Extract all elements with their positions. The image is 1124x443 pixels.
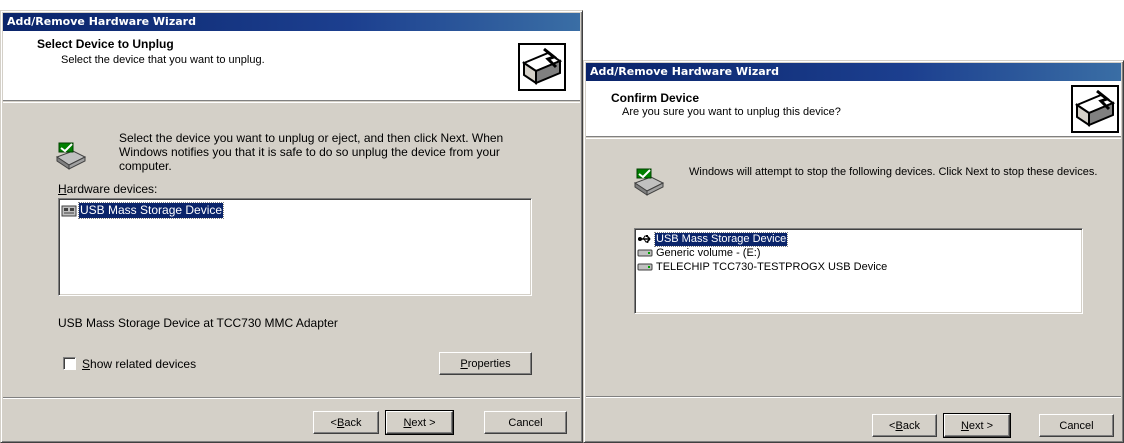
select-device-dialog: Add/Remove Hardware Wizard Select Device…: [0, 10, 583, 443]
dialog1-header: Select Device to Unplug Select the devic…: [3, 31, 580, 101]
cancel-button[interactable]: Cancel: [484, 411, 567, 434]
list-item-label: USB Mass Storage Device: [653, 231, 789, 247]
dialog2-title-bar[interactable]: Add/Remove Hardware Wizard: [586, 63, 1121, 81]
back-button[interactable]: < Back: [313, 411, 379, 434]
list-item-label: Generic volume - (E:): [656, 246, 761, 259]
drive-icon: [637, 249, 653, 257]
devices-to-stop-list[interactable]: USB Mass Storage Device Generic volume -…: [634, 228, 1083, 314]
dialog2-header-subtitle: Are you sure you want to unplug this dev…: [622, 106, 841, 118]
dialog2-header: Confirm Device Are you sure you want to …: [586, 81, 1121, 137]
list-item[interactable]: Generic volume - (E:): [637, 246, 1080, 260]
dialog1-title-bar[interactable]: Add/Remove Hardware Wizard: [3, 13, 580, 31]
hardware-devices-label: Hardware devices:: [58, 182, 158, 196]
list-item[interactable]: USB Mass Storage Device: [637, 231, 1080, 247]
unplug-device-icon: [633, 168, 665, 196]
back-button[interactable]: < Back: [872, 414, 937, 437]
confirm-device-dialog: Add/Remove Hardware Wizard Confirm Devic…: [583, 60, 1124, 443]
hardware-wizard-icon: [1071, 85, 1119, 133]
dialog1-header-title: Select Device to Unplug: [37, 37, 174, 51]
next-button[interactable]: Next >: [385, 410, 454, 435]
dialog1-header-subtitle: Select the device that you want to unplu…: [61, 54, 265, 66]
usb-storage-icon: [61, 205, 77, 216]
hardware-devices-list[interactable]: USB Mass Storage Device: [58, 198, 532, 296]
device-description: USB Mass Storage Device at TCC730 MMC Ad…: [58, 316, 338, 330]
properties-button[interactable]: Properties: [439, 352, 532, 375]
dialog2-instructions: Windows will attempt to stop the followi…: [689, 166, 1098, 178]
show-related-devices-checkbox[interactable]: [63, 357, 76, 370]
list-item-label: USB Mass Storage Device: [77, 202, 225, 219]
cancel-button[interactable]: Cancel: [1039, 414, 1114, 437]
dialog2-header-title: Confirm Device: [611, 91, 700, 105]
next-button[interactable]: Next >: [943, 413, 1011, 438]
hardware-wizard-icon: [518, 43, 566, 91]
usb-icon: [638, 235, 651, 243]
show-related-devices-label[interactable]: Show related devices: [82, 357, 196, 371]
list-item-label: TELECHIP TCC730-TESTPROGX USB Device: [656, 260, 888, 273]
drive-icon: [637, 263, 653, 271]
dialog1-instructions: Select the device you want to unplug or …: [119, 131, 504, 173]
list-item[interactable]: USB Mass Storage Device: [61, 202, 529, 219]
unplug-device-icon: [55, 142, 87, 170]
list-item[interactable]: TELECHIP TCC730-TESTPROGX USB Device: [637, 260, 1080, 274]
